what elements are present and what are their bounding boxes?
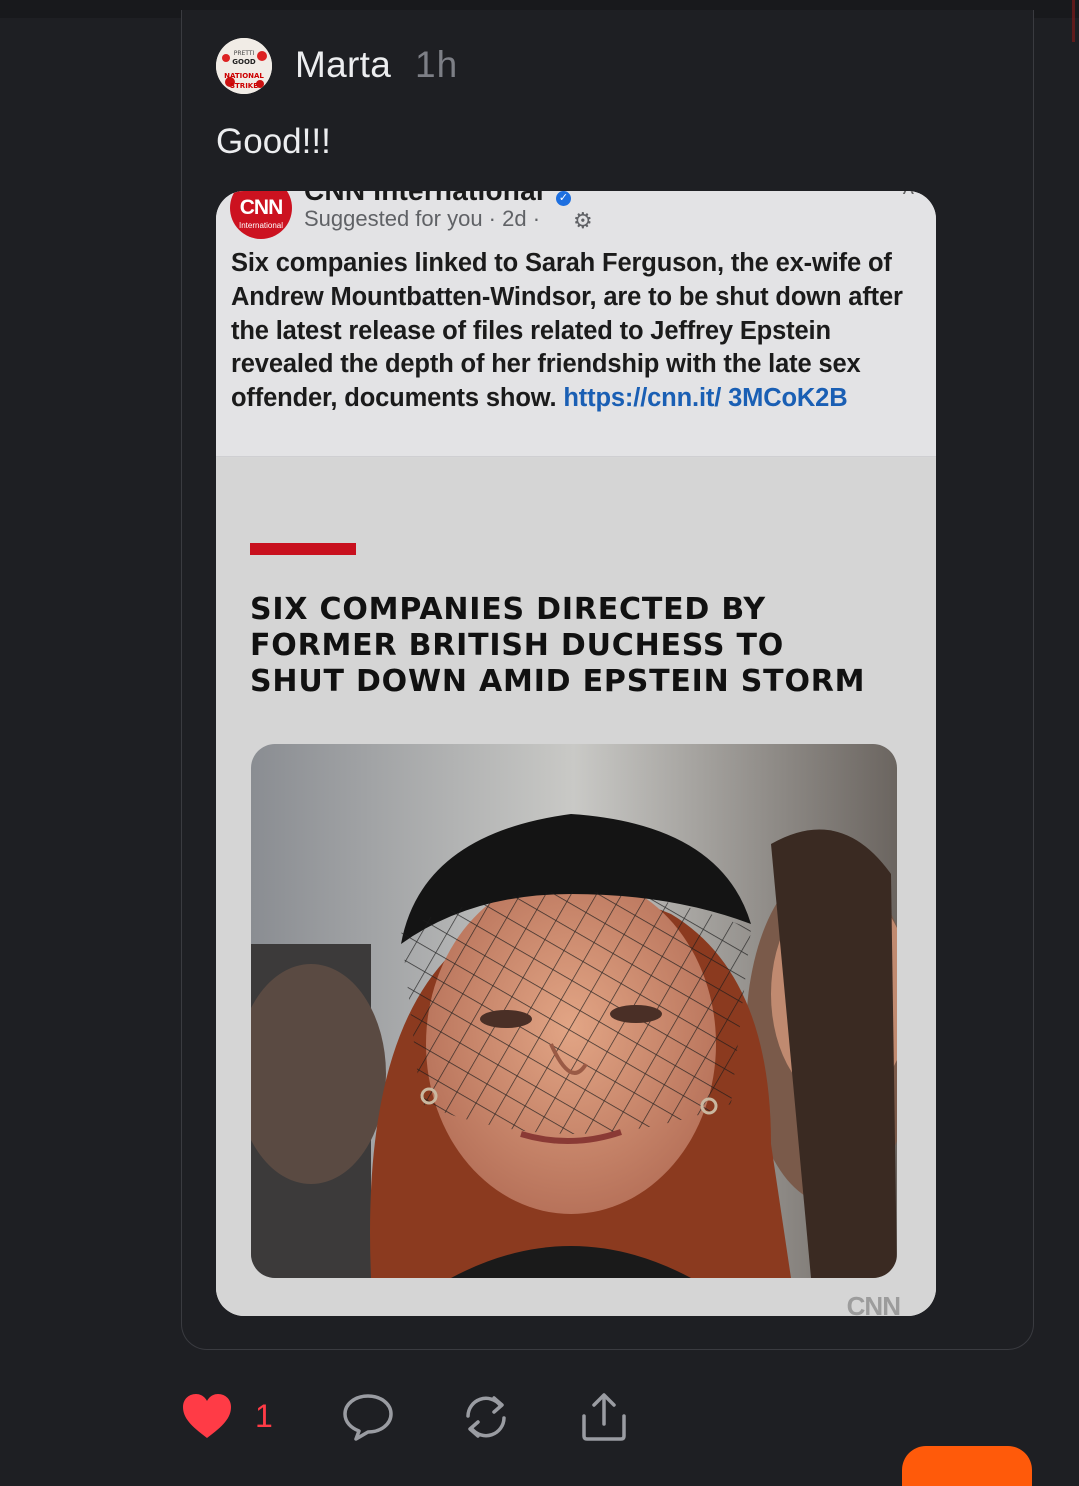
avatar-text-3: NATIONAL (224, 72, 264, 80)
news-photo (251, 744, 897, 1278)
cnn-logo-text: CNN (239, 196, 283, 219)
news-photo-image (251, 744, 897, 1278)
edge-mark (1072, 0, 1075, 42)
news-card: SIX COMPANIES DIRECTED BY FORMER BRITISH… (216, 458, 936, 1316)
avatar[interactable]: PRETTI GOOD NATIONAL STRIKE (216, 38, 272, 94)
source-name: CNN International (304, 191, 544, 207)
verified-badge-icon: ✓ (556, 191, 571, 206)
close-icon: ^ (902, 191, 914, 208)
repost-icon[interactable] (460, 1392, 512, 1447)
share-icon[interactable] (578, 1392, 630, 1447)
comment-icon[interactable] (342, 1392, 394, 1447)
embedded-header: CNN International CNN International ✓ ^ … (216, 191, 936, 457)
author-name[interactable]: Marta (295, 44, 391, 86)
headline-line-3: SHUT DOWN AMID EPSTEIN STORM (250, 664, 866, 699)
headline-line-2: FORMER BRITISH DUCHESS TO (250, 628, 785, 663)
cnn-watermark: CNN (846, 1291, 901, 1316)
cnn-logo: CNN International (230, 191, 292, 239)
gear-icon: ⚙ (573, 208, 593, 233)
avatar-text-4: STRIKE (230, 82, 258, 90)
embedded-caption: Six companies linked to Sarah Ferguson, … (231, 247, 921, 416)
avatar-text-1: PRETTI (234, 50, 255, 57)
post-text: Good!!! (216, 122, 331, 161)
news-headline: SIX COMPANIES DIRECTED BY FORMER BRITISH… (250, 592, 910, 700)
like-count: 1 (255, 1398, 273, 1434)
heart-icon[interactable] (181, 1392, 233, 1447)
avatar-text-2: GOOD (232, 58, 256, 66)
caption-link: https://cnn.it/ 3MCoK2B (563, 384, 848, 413)
floating-action-button[interactable] (902, 1446, 1032, 1486)
red-accent-bar (250, 543, 356, 555)
headline-line-1: SIX COMPANIES DIRECTED BY (250, 592, 766, 627)
suggested-meta: Suggested for you · 2d · (304, 206, 541, 231)
embedded-screenshot[interactable]: CNN International CNN International ✓ ^ … (216, 191, 936, 1316)
post-time: 1h (415, 44, 459, 85)
cnn-logo-subtext: International (238, 221, 284, 230)
avatar-image: PRETTI GOOD NATIONAL STRIKE (216, 38, 272, 94)
